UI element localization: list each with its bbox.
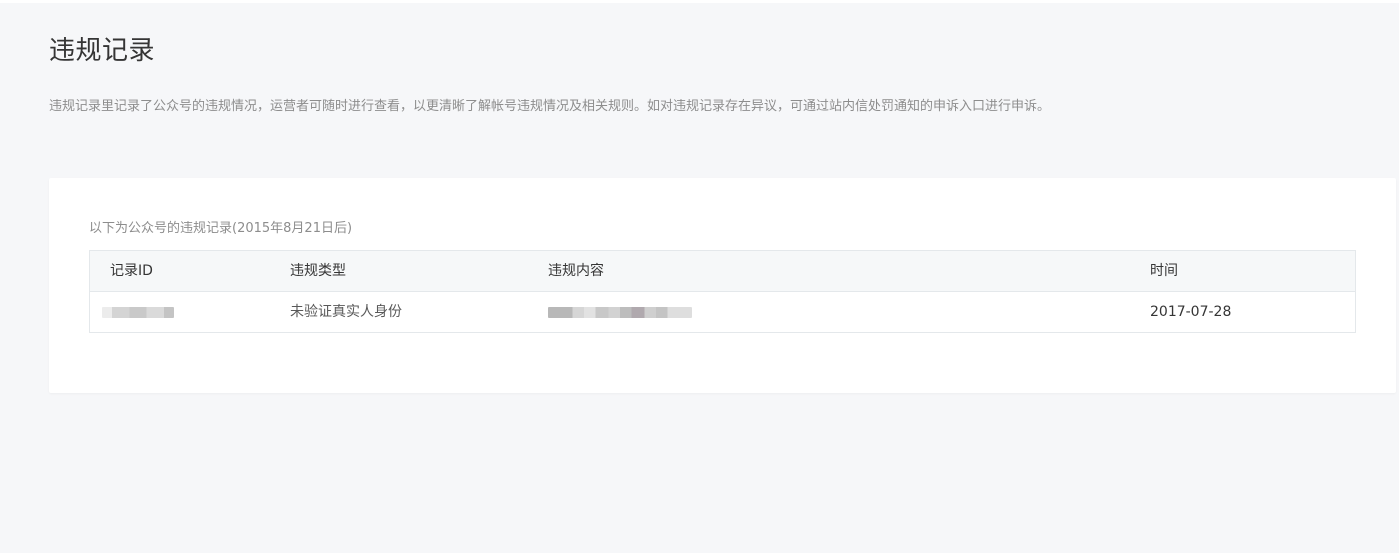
column-header-id: 记录ID bbox=[110, 263, 153, 279]
records-card: 以下为公众号的违规记录(2015年8月21日后) 记录ID 违规类型 违规内容 … bbox=[49, 178, 1396, 393]
page-title: 违规记录 bbox=[49, 36, 156, 66]
table-header-row: 记录ID 违规类型 违规内容 时间 bbox=[90, 251, 1355, 292]
column-header-time: 时间 bbox=[1150, 263, 1178, 279]
redacted-record-id bbox=[102, 306, 174, 318]
violation-time-cell: 2017-07-28 bbox=[1150, 304, 1232, 320]
record-id-cell bbox=[90, 302, 290, 322]
violation-content-cell bbox=[548, 302, 1150, 322]
records-caption: 以下为公众号的违规记录(2015年8月21日后) bbox=[89, 221, 353, 236]
page-description: 违规记录里记录了公众号的违规情况，运营者可随时进行查看，以更清晰了解帐号违规情况… bbox=[49, 99, 1051, 114]
column-header-type: 违规类型 bbox=[290, 263, 346, 279]
column-header-content: 违规内容 bbox=[548, 263, 604, 279]
table-row: 未验证真实人身份 2017-07-28 bbox=[90, 292, 1355, 332]
records-table: 记录ID 违规类型 违规内容 时间 未验证真实人身份 2017-07-28 bbox=[89, 250, 1356, 333]
violation-type-cell: 未验证真实人身份 bbox=[290, 304, 402, 320]
violation-records-page: 违规记录 违规记录里记录了公众号的违规情况，运营者可随时进行查看，以更清晰了解帐… bbox=[0, 0, 1399, 553]
redacted-violation-content bbox=[548, 306, 692, 318]
